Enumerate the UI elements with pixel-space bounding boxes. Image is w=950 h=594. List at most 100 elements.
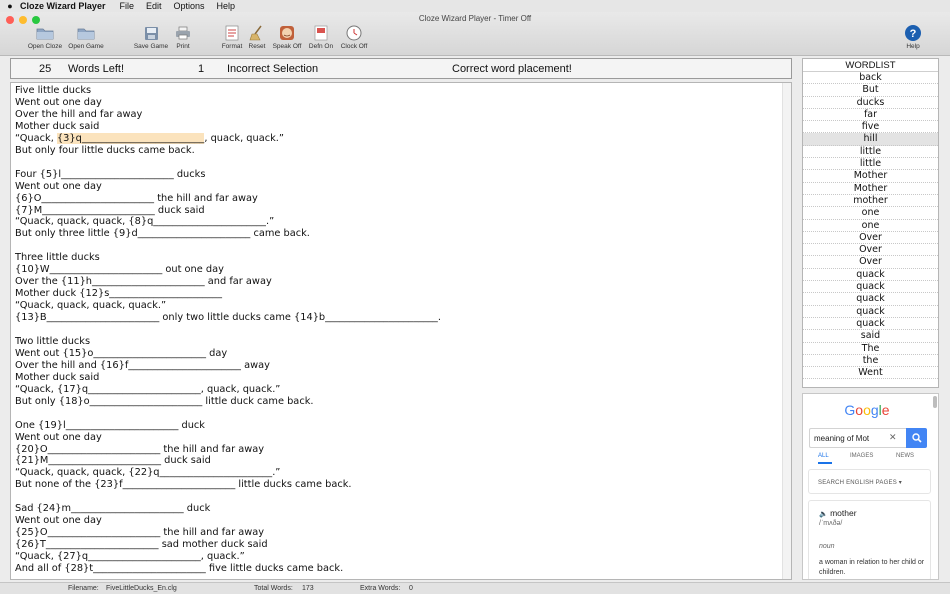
text-line: But none of the {23}f___________________… bbox=[15, 479, 352, 491]
footer-bar: Filename: FiveLittleDucks_En.clg Total W… bbox=[0, 582, 950, 594]
web-scrollbar[interactable] bbox=[933, 396, 937, 408]
logo-letter: o bbox=[863, 402, 871, 418]
wordlist-item[interactable]: far bbox=[803, 109, 938, 122]
text-scrollbar[interactable] bbox=[782, 83, 791, 579]
wordlist-panel: WORDLIST back But ducks far five hill little li… bbox=[802, 58, 939, 388]
text-line: Went out one day bbox=[15, 180, 102, 192]
apple-menu-icon[interactable]: ● bbox=[0, 1, 20, 11]
app-menu[interactable]: Cloze Wizard Player bbox=[20, 1, 105, 11]
text-line: Mother duck said bbox=[15, 120, 100, 132]
extra-words-label: Extra Words: bbox=[360, 585, 401, 592]
wordlist-item[interactable]: quack bbox=[803, 281, 938, 294]
filename-label: Filename: bbox=[68, 585, 99, 592]
text-segment: “Quack, bbox=[15, 132, 57, 144]
wordlist-item[interactable]: back bbox=[803, 72, 938, 85]
logo-letter: o bbox=[855, 402, 864, 418]
wordlist-item[interactable]: But bbox=[803, 84, 938, 97]
wordlist-item[interactable]: quack bbox=[803, 306, 938, 318]
text-line: Sad {24}m_______________________ duck bbox=[15, 503, 211, 515]
help-button[interactable]: ? Help bbox=[893, 25, 933, 50]
wordlist-item[interactable]: The bbox=[803, 343, 938, 355]
wordlist-item[interactable]: Over bbox=[803, 256, 938, 269]
text-line: “Quack, quack, quack, {8}q______________… bbox=[15, 216, 275, 228]
dictionary-icon bbox=[312, 25, 330, 41]
wordlist-item[interactable]: the bbox=[803, 355, 938, 368]
wordlist-item[interactable]: mother bbox=[803, 195, 938, 208]
defn-on-label: Defn On bbox=[308, 43, 334, 50]
filename: FiveLittleDucks_En.clg bbox=[106, 585, 177, 592]
search-button[interactable] bbox=[906, 428, 927, 448]
tab-all-underline bbox=[818, 462, 832, 464]
help-label: Help bbox=[906, 43, 920, 50]
text-line: {10}W_______________________ out one day bbox=[15, 264, 224, 276]
text-line: {25}O_______________________ the hill an… bbox=[15, 527, 265, 539]
wordlist-item[interactable]: hill bbox=[803, 133, 938, 146]
reset-label: Reset bbox=[248, 43, 266, 50]
wordlist-item[interactable]: Mother bbox=[803, 170, 938, 183]
total-words: 173 bbox=[302, 585, 314, 592]
wordlist-item[interactable]: Over bbox=[803, 232, 938, 245]
window-title: Cloze Wizard Player - Timer Off bbox=[418, 14, 532, 23]
title-bar: Cloze Wizard Player - Timer Off Open Clo… bbox=[0, 12, 950, 56]
wordlist-item[interactable]: Mother bbox=[803, 183, 938, 195]
definition-word-row: 🔈 mother bbox=[819, 508, 857, 518]
menu-bar: ● Cloze Wizard Player File Edit Options … bbox=[0, 0, 950, 12]
tab-images[interactable]: IMAGES bbox=[850, 453, 873, 459]
text-line: But only three little {9}d______________… bbox=[15, 228, 310, 240]
text-line: Mother duck said bbox=[15, 371, 100, 383]
svg-text:?: ? bbox=[910, 28, 917, 40]
menu-edit[interactable]: Edit bbox=[146, 1, 162, 11]
clear-search-icon[interactable]: ✕ bbox=[889, 432, 897, 443]
text-line: Two little ducks bbox=[15, 335, 91, 347]
menu-options[interactable]: Options bbox=[173, 1, 204, 11]
text-line: {26}T_______________________ sad mother … bbox=[15, 539, 268, 551]
text-line: {6}O_______________________ the hill and… bbox=[15, 192, 258, 204]
menu-file[interactable]: File bbox=[119, 1, 134, 11]
open-cloze-button[interactable]: Open Cloze bbox=[25, 25, 65, 50]
text-line: Mother duck {12}s_______________________ bbox=[15, 288, 222, 300]
text-line: Four {5}l_______________________ ducks bbox=[15, 168, 206, 180]
wordlist-item[interactable]: one bbox=[803, 220, 938, 232]
incorrect-count: 1 bbox=[198, 63, 205, 75]
folder-icon bbox=[77, 25, 95, 41]
tab-all[interactable]: ALL bbox=[818, 453, 829, 459]
status-message: Correct word placement! bbox=[452, 63, 572, 75]
tab-news[interactable]: NEWS bbox=[896, 453, 914, 459]
wordlist-item[interactable]: ducks bbox=[803, 97, 938, 109]
open-game-button[interactable]: Open Game bbox=[66, 25, 106, 50]
menu-help[interactable]: Help bbox=[217, 1, 236, 11]
wordlist-item[interactable]: little bbox=[803, 158, 938, 171]
broom-icon bbox=[248, 25, 266, 41]
speaker-icon[interactable]: 🔈 bbox=[819, 511, 828, 518]
text-line: “Quack, quack, quack, {22}q_____________… bbox=[15, 467, 281, 479]
wordlist-item[interactable]: Over bbox=[803, 244, 938, 257]
definition-card: 🔈 mother /ˈmʌðə/ noun a woman in relatio… bbox=[808, 500, 931, 579]
wordlist-item[interactable]: little bbox=[803, 146, 938, 159]
text-line: Over the hill and far away bbox=[15, 108, 143, 120]
wordlist-item[interactable]: quack bbox=[803, 269, 938, 282]
print-label: Print bbox=[176, 43, 190, 50]
clock-off-button[interactable]: Clock Off bbox=[334, 25, 374, 50]
definition-text: a woman in relation to her child or chil… bbox=[819, 559, 925, 576]
words-left-label: Words Left! bbox=[68, 63, 125, 75]
text-line: But only four little ducks came back. bbox=[15, 144, 195, 156]
wordlist-item[interactable]: one bbox=[803, 207, 938, 220]
print-button[interactable]: Print bbox=[163, 25, 203, 50]
search-english-pages[interactable]: SEARCH ENGLISH PAGES ▾ bbox=[808, 469, 931, 494]
wordlist-item[interactable]: five bbox=[803, 121, 938, 134]
cloze-text-pane[interactable]: Five little ducks Went out one day Over th… bbox=[10, 82, 792, 580]
wordlist-item[interactable]: said bbox=[803, 330, 938, 343]
text-line: {20}O_______________________ the hill an… bbox=[15, 443, 265, 455]
wordlist-item[interactable]: Went bbox=[803, 367, 938, 380]
wordlist-item[interactable]: quack bbox=[803, 318, 938, 331]
text-line: Over the {11}h_______________________ an… bbox=[15, 276, 272, 288]
text-line: Five little ducks bbox=[15, 85, 92, 96]
active-blank[interactable]: {3}q_________________________ bbox=[56, 132, 205, 144]
text-line: But only {18}o_______________________ li… bbox=[15, 395, 314, 407]
incorrect-label: Incorrect Selection bbox=[227, 63, 319, 75]
wordlist-items: back But ducks far five hill little little Mothe… bbox=[803, 72, 938, 380]
wordlist-item[interactable]: quack bbox=[803, 293, 938, 306]
text-line: Went out one day bbox=[15, 96, 102, 108]
help-icon: ? bbox=[904, 25, 922, 41]
definition-word: mother bbox=[830, 508, 857, 518]
